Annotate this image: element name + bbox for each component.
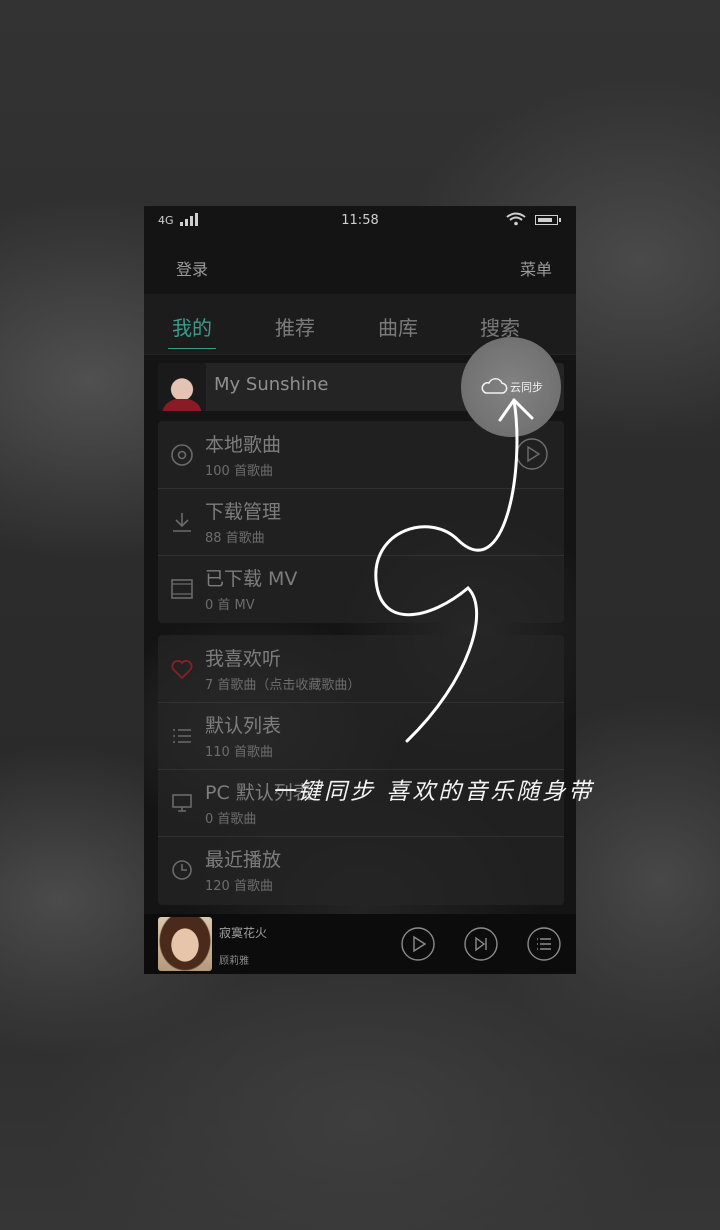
list-item-favorites[interactable]: 我喜欢听 7 首歌曲（点击收藏歌曲） [158, 635, 564, 703]
row-subtitle: 7 首歌曲（点击收藏歌曲） [205, 678, 361, 693]
list-icon [173, 729, 191, 743]
battery-icon [535, 215, 561, 225]
cloud-sync-button[interactable]: 云同步 [510, 379, 543, 395]
track-artist: 顾莉雅 [219, 956, 249, 967]
list-item-recent[interactable]: 最近播放 120 首歌曲 [158, 836, 564, 905]
row-subtitle: 110 首歌曲 [205, 745, 273, 760]
username: My Sunshine [214, 374, 329, 395]
row-subtitle: 120 首歌曲 [205, 879, 273, 894]
row-title: 我喜欢听 [205, 648, 282, 670]
cloud-icon [481, 377, 508, 394]
onboarding-caption: 一键同步 喜欢的音乐随身带 [272, 779, 595, 805]
tab-recommend[interactable]: 推荐 [255, 312, 335, 341]
track-title: 寂寞花火 [219, 926, 268, 940]
list-item-downloaded-mv[interactable]: 已下载 MV 0 首 MV [158, 555, 564, 623]
film-icon [171, 579, 193, 599]
row-title: 已下载 MV [205, 568, 298, 590]
row-subtitle: 0 首 MV [205, 598, 255, 613]
list-item-downloads[interactable]: 下载管理 88 首歌曲 [158, 488, 564, 556]
monitor-icon [172, 794, 192, 812]
row-subtitle: 0 首歌曲 [205, 812, 257, 827]
library-card: 本地歌曲 100 首歌曲 下载管理 88 首歌曲 已下载 MV 0 首 MV [158, 421, 564, 623]
playlist-card: 我喜欢听 7 首歌曲（点击收藏歌曲） 默认列表 110 首歌曲 PC 默认列表 … [158, 635, 564, 905]
disc-icon [171, 444, 193, 466]
tab-search[interactable]: 搜索 [460, 312, 540, 341]
playlist-icon[interactable] [527, 927, 561, 961]
tab-library[interactable]: 曲库 [358, 312, 438, 341]
status-bar: 4G 11:58 [144, 206, 576, 236]
row-title: 最近播放 [205, 849, 282, 871]
app-screen: 4G 11:58 登录 菜单 我的 推荐 曲库 搜索 My Sunshine 本… [144, 206, 576, 974]
avatar[interactable] [158, 363, 206, 411]
play-all-icon[interactable] [516, 438, 548, 470]
row-subtitle: 100 首歌曲 [205, 464, 273, 479]
list-item-default-list[interactable]: 默认列表 110 首歌曲 [158, 702, 564, 770]
mini-player[interactable]: 寂寞花火 顾莉雅 [144, 914, 576, 974]
album-cover[interactable] [158, 917, 212, 971]
heart-icon [171, 660, 193, 680]
login-button[interactable]: 登录 [176, 256, 208, 280]
tab-mine[interactable]: 我的 [152, 312, 232, 349]
wifi-icon [506, 212, 526, 226]
clock-icon [172, 860, 192, 880]
row-title: 默认列表 [205, 715, 282, 737]
row-subtitle: 88 首歌曲 [205, 531, 265, 546]
top-bar: 登录 菜单 [144, 236, 576, 294]
download-icon [173, 513, 191, 532]
next-track-icon[interactable] [464, 927, 498, 961]
menu-button[interactable]: 菜单 [520, 256, 552, 280]
play-icon[interactable] [401, 927, 435, 961]
row-title: 下载管理 [205, 501, 282, 523]
row-title: 本地歌曲 [205, 434, 282, 456]
